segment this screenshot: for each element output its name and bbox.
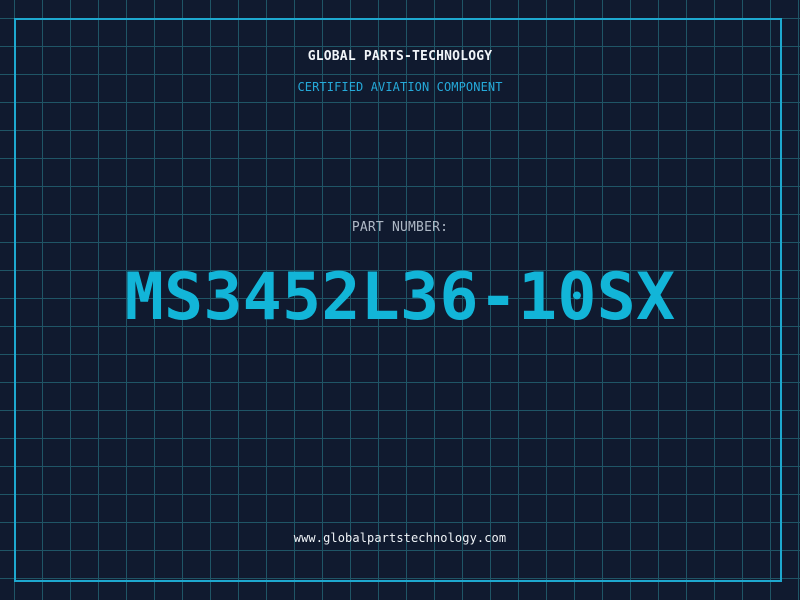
website-url: www.globalpartstechnology.com: [293, 531, 507, 545]
part-number-label: PART NUMBER:: [351, 220, 449, 235]
part-label-card: GLOBAL PARTS-TECHNOLOGY CERTIFIED AVIATI…: [0, 0, 800, 600]
certification-subtitle: CERTIFIED AVIATION COMPONENT: [297, 80, 503, 94]
company-name: GLOBAL PARTS-TECHNOLOGY: [307, 49, 493, 64]
part-number-value: MS3452L36-10SX: [124, 260, 676, 335]
